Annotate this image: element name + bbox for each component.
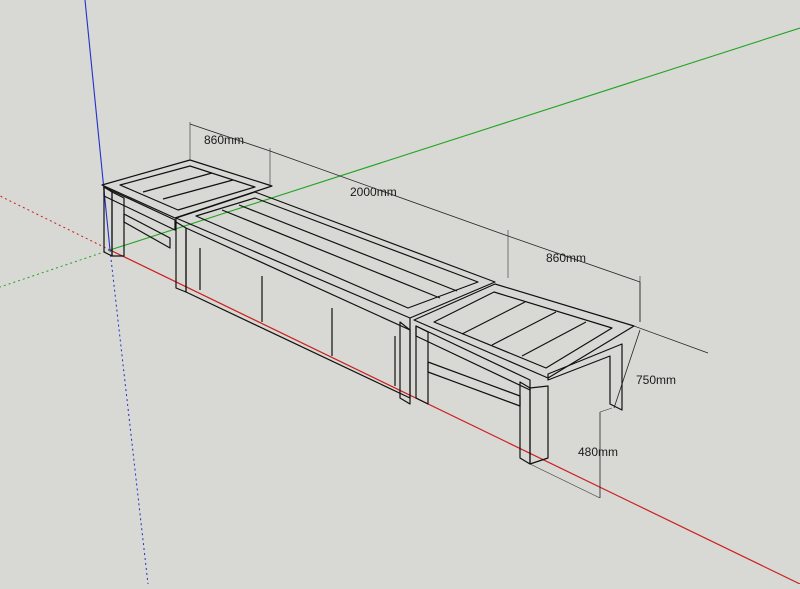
dimension-left-width[interactable]: 860mm — [189, 122, 271, 186]
blue-axis-negative — [109, 249, 149, 585]
dimension-height[interactable]: 480mm — [529, 407, 618, 499]
axes — [0, 0, 800, 585]
model-canvas[interactable]: 860mm 2000mm 860mm 750mm 480mm — [0, 0, 800, 585]
red-axis-positive — [109, 249, 800, 585]
red-axis-negative — [0, 195, 111, 251]
dimension-depth-label: 750mm — [636, 373, 676, 387]
dimension-middle-length[interactable]: 2000mm — [269, 150, 509, 278]
right-bench[interactable] — [413, 283, 635, 465]
middle-bench[interactable] — [175, 191, 496, 405]
dimension-left-width-label: 860mm — [204, 133, 244, 147]
dimension-middle-length-label: 2000mm — [350, 185, 397, 199]
dimension-right-width[interactable]: 860mm — [507, 235, 641, 322]
sketchup-viewport[interactable]: 860mm 2000mm 860mm 750mm 480mm — [0, 0, 800, 585]
dimension-right-width-label: 860mm — [546, 251, 586, 265]
blue-axis-positive — [84, 0, 111, 251]
dimension-depth[interactable]: 750mm — [613, 282, 709, 409]
dimension-height-label: 480mm — [578, 445, 618, 459]
green-axis-negative — [0, 249, 111, 288]
